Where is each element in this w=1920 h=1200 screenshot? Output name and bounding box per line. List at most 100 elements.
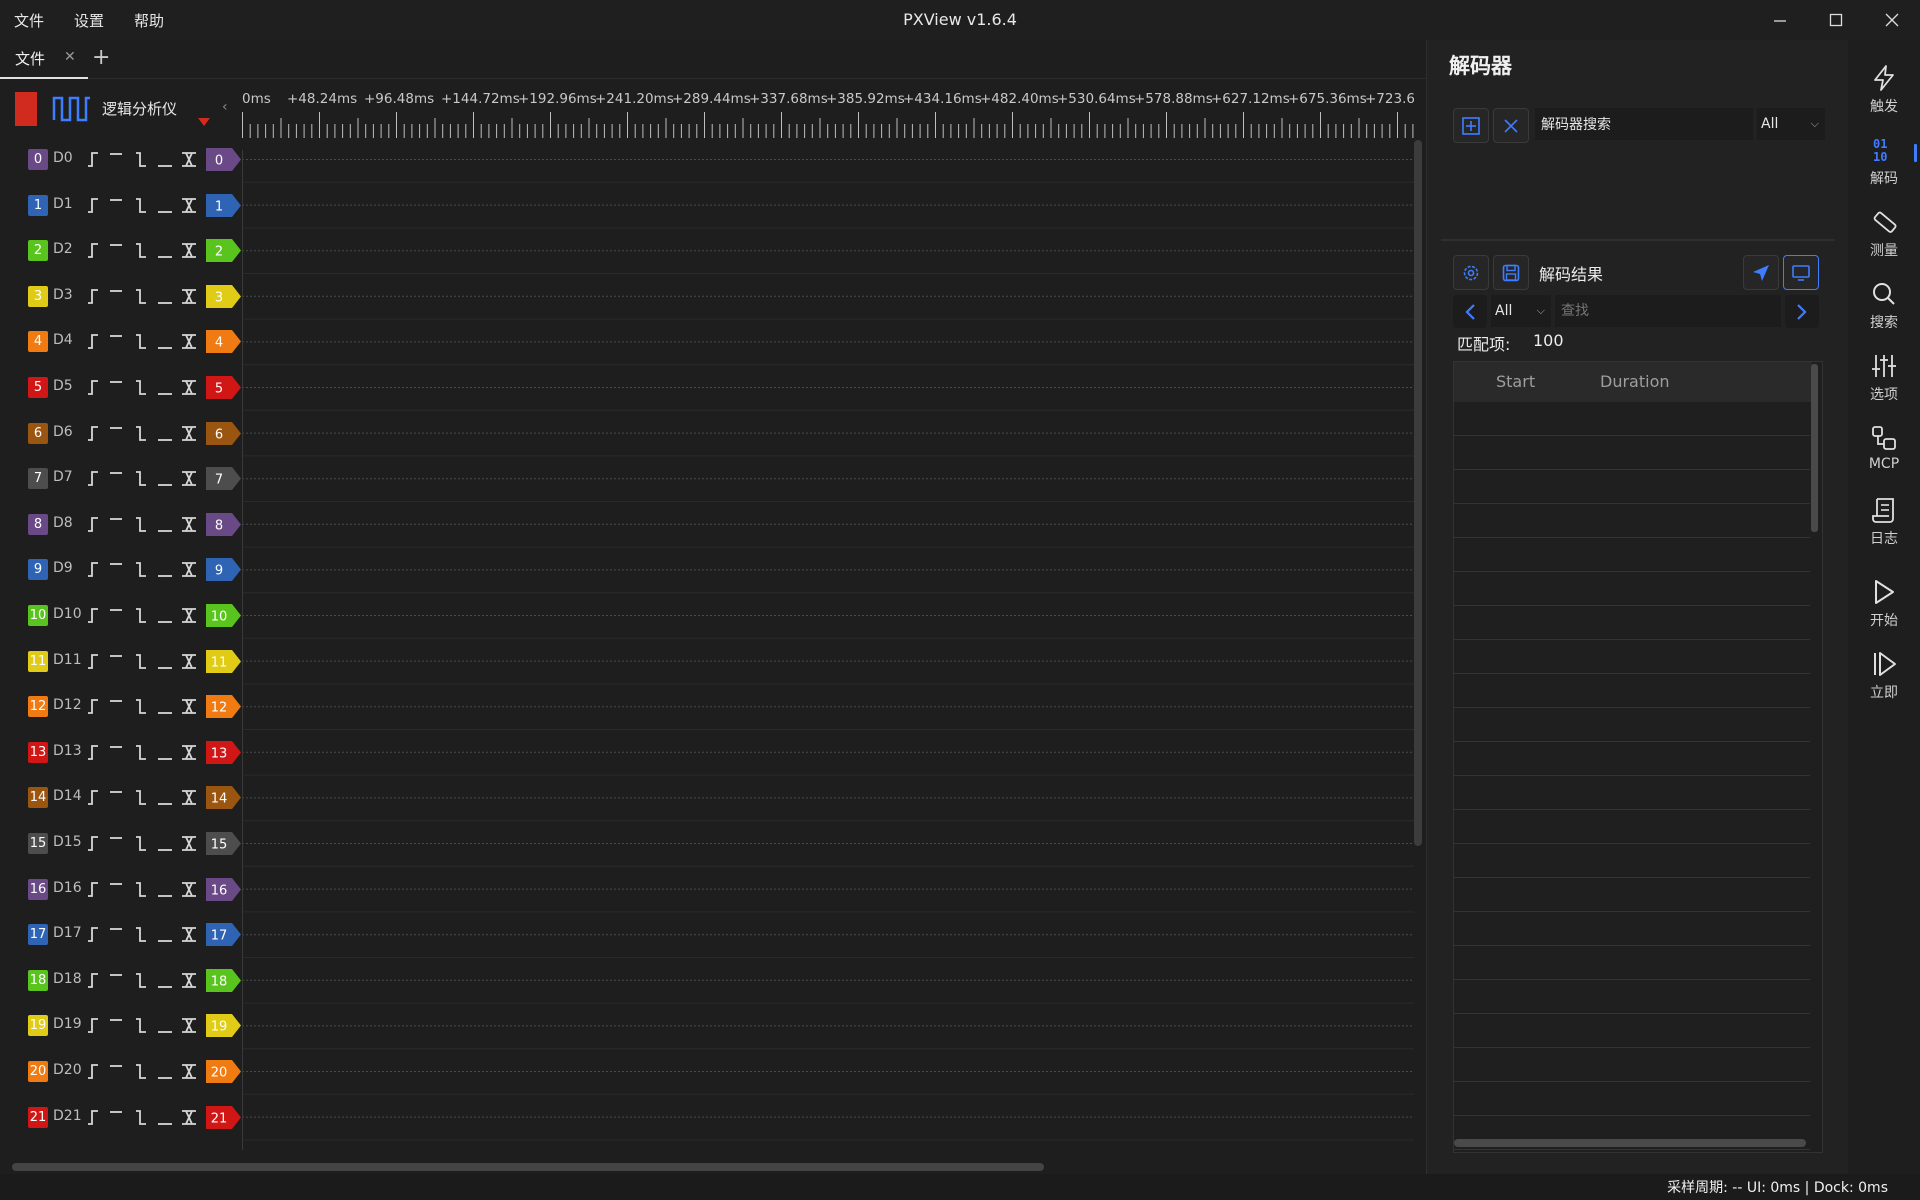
rising-edge-icon[interactable] xyxy=(88,972,98,988)
channel-row[interactable]: 10 D10 10 xyxy=(0,594,242,636)
trigger-selector-icons[interactable] xyxy=(86,242,198,259)
channel-row[interactable]: 8 D8 8 xyxy=(0,503,242,545)
channel-tag[interactable]: 3 xyxy=(206,284,242,308)
trigger-selector-icons[interactable] xyxy=(86,1063,198,1079)
decoder-settings-button[interactable] xyxy=(1453,255,1489,290)
channel-name[interactable]: D10 xyxy=(53,606,82,622)
channel-name[interactable]: D20 xyxy=(53,1062,82,1078)
channel-row[interactable]: 17 D17 17 xyxy=(0,913,241,955)
channel-name[interactable]: D0 xyxy=(53,150,73,166)
channel-index-badge[interactable]: 2 xyxy=(28,240,48,262)
any-edge-icon[interactable] xyxy=(182,653,196,669)
any-edge-icon[interactable] xyxy=(182,927,196,943)
any-edge-icon[interactable] xyxy=(182,562,196,578)
menu-help[interactable]: 帮助 xyxy=(134,10,164,31)
channel-name[interactable]: D19 xyxy=(53,1016,82,1032)
channel-row[interactable]: 4 D4 4 xyxy=(0,320,241,362)
falling-edge-icon[interactable] xyxy=(136,653,146,669)
rising-edge-icon[interactable] xyxy=(88,653,98,669)
results-table[interactable]: Start Duration xyxy=(1453,361,1823,1153)
rising-edge-icon[interactable] xyxy=(88,927,98,943)
trigger-selector-icons[interactable] xyxy=(86,1017,198,1034)
channel-row[interactable]: 5 D5 5 xyxy=(0,366,242,408)
channel-name[interactable]: D15 xyxy=(53,834,82,850)
rising-edge-icon[interactable] xyxy=(88,744,98,760)
trigger-selector-icons[interactable] xyxy=(86,470,198,487)
channel-name[interactable]: D12 xyxy=(53,697,82,713)
falling-edge-icon[interactable] xyxy=(136,425,146,441)
any-edge-icon[interactable] xyxy=(182,334,196,350)
maximize-button[interactable] xyxy=(1808,0,1864,40)
rising-edge-icon[interactable] xyxy=(88,425,98,441)
any-edge-icon[interactable] xyxy=(182,288,196,304)
falling-edge-icon[interactable] xyxy=(136,608,146,623)
minimize-button[interactable] xyxy=(1752,0,1808,40)
waveform-canvas[interactable] xyxy=(242,150,1414,1150)
trigger-selector-icons[interactable] xyxy=(86,744,198,760)
channel-name[interactable]: D13 xyxy=(53,743,82,759)
channel-tag[interactable]: 7 xyxy=(206,467,242,491)
any-edge-icon[interactable] xyxy=(182,972,196,988)
channel-tag[interactable]: 10 xyxy=(206,604,242,627)
any-edge-icon[interactable] xyxy=(182,471,196,487)
column-duration[interactable]: Duration xyxy=(1600,372,1670,391)
channel-row[interactable]: 16 D16 16 xyxy=(0,868,241,910)
channel-index-badge[interactable]: 5 xyxy=(28,377,48,398)
rising-edge-icon[interactable] xyxy=(88,334,98,350)
channel-index-badge[interactable]: 21 xyxy=(28,1106,48,1128)
tool-options[interactable]: 选项 xyxy=(1848,344,1920,410)
any-edge-icon[interactable] xyxy=(182,1109,196,1125)
channel-row[interactable]: 9 D9 9 xyxy=(0,548,241,590)
channel-index-badge[interactable]: 14 xyxy=(28,787,48,809)
table-horizontal-scrollbar[interactable] xyxy=(1454,1139,1806,1147)
rising-edge-icon[interactable] xyxy=(88,881,98,897)
trigger-selector-icons[interactable] xyxy=(86,607,198,623)
channel-index-badge[interactable]: 17 xyxy=(28,924,48,946)
column-start[interactable]: Start xyxy=(1496,372,1535,391)
waveform-horizontal-scrollbar[interactable] xyxy=(12,1163,1044,1171)
channel-tag[interactable]: 21 xyxy=(206,1105,242,1129)
channel-index-badge[interactable]: 15 xyxy=(28,833,48,854)
rising-edge-icon[interactable] xyxy=(88,1064,98,1079)
channel-row[interactable]: 14 D14 14 xyxy=(0,776,242,818)
next-result-button[interactable] xyxy=(1785,295,1819,328)
trigger-selector-icons[interactable] xyxy=(86,425,198,441)
falling-edge-icon[interactable] xyxy=(136,1064,146,1079)
any-edge-icon[interactable] xyxy=(182,836,196,851)
rising-edge-icon[interactable] xyxy=(88,1109,98,1125)
channel-row[interactable]: 21 D21 21 xyxy=(0,1096,242,1138)
rising-edge-icon[interactable] xyxy=(88,380,98,395)
channel-tag[interactable]: 6 xyxy=(206,421,242,445)
trigger-selector-icons[interactable] xyxy=(86,288,198,304)
device-color-swatch[interactable] xyxy=(15,92,37,126)
trigger-selector-icons[interactable] xyxy=(86,333,198,350)
tool-search[interactable]: 搜索 xyxy=(1848,272,1920,338)
any-edge-icon[interactable] xyxy=(182,1064,196,1079)
any-edge-icon[interactable] xyxy=(182,608,196,623)
waveform-vertical-scrollbar[interactable] xyxy=(1414,140,1422,846)
channel-name[interactable]: D7 xyxy=(53,469,73,485)
falling-edge-icon[interactable] xyxy=(136,790,146,806)
any-edge-icon[interactable] xyxy=(182,881,196,897)
channel-index-badge[interactable]: 18 xyxy=(28,969,48,991)
tool-start[interactable]: 开始 xyxy=(1848,570,1920,636)
channel-index-badge[interactable]: 11 xyxy=(28,650,48,672)
collapse-left-icon[interactable]: ‹ xyxy=(222,99,228,115)
channel-tag[interactable]: 14 xyxy=(206,786,242,810)
channel-name[interactable]: D3 xyxy=(53,287,73,303)
falling-edge-icon[interactable] xyxy=(136,562,146,578)
any-edge-icon[interactable] xyxy=(182,699,196,715)
falling-edge-icon[interactable] xyxy=(136,334,146,350)
channel-row[interactable]: 15 D15 15 xyxy=(0,822,241,864)
results-filter-select[interactable]: All ⌵ xyxy=(1491,295,1551,327)
channel-tag[interactable]: 8 xyxy=(206,512,242,536)
channel-tag[interactable]: 5 xyxy=(206,376,242,399)
channel-name[interactable]: D16 xyxy=(53,880,82,896)
falling-edge-icon[interactable] xyxy=(136,243,146,259)
trigger-selector-icons[interactable] xyxy=(86,972,198,988)
any-edge-icon[interactable] xyxy=(182,516,196,532)
menu-settings[interactable]: 设置 xyxy=(74,10,104,31)
rising-edge-icon[interactable] xyxy=(88,562,98,578)
channel-tag[interactable]: 19 xyxy=(206,1014,242,1038)
channel-name[interactable]: D17 xyxy=(53,925,82,941)
